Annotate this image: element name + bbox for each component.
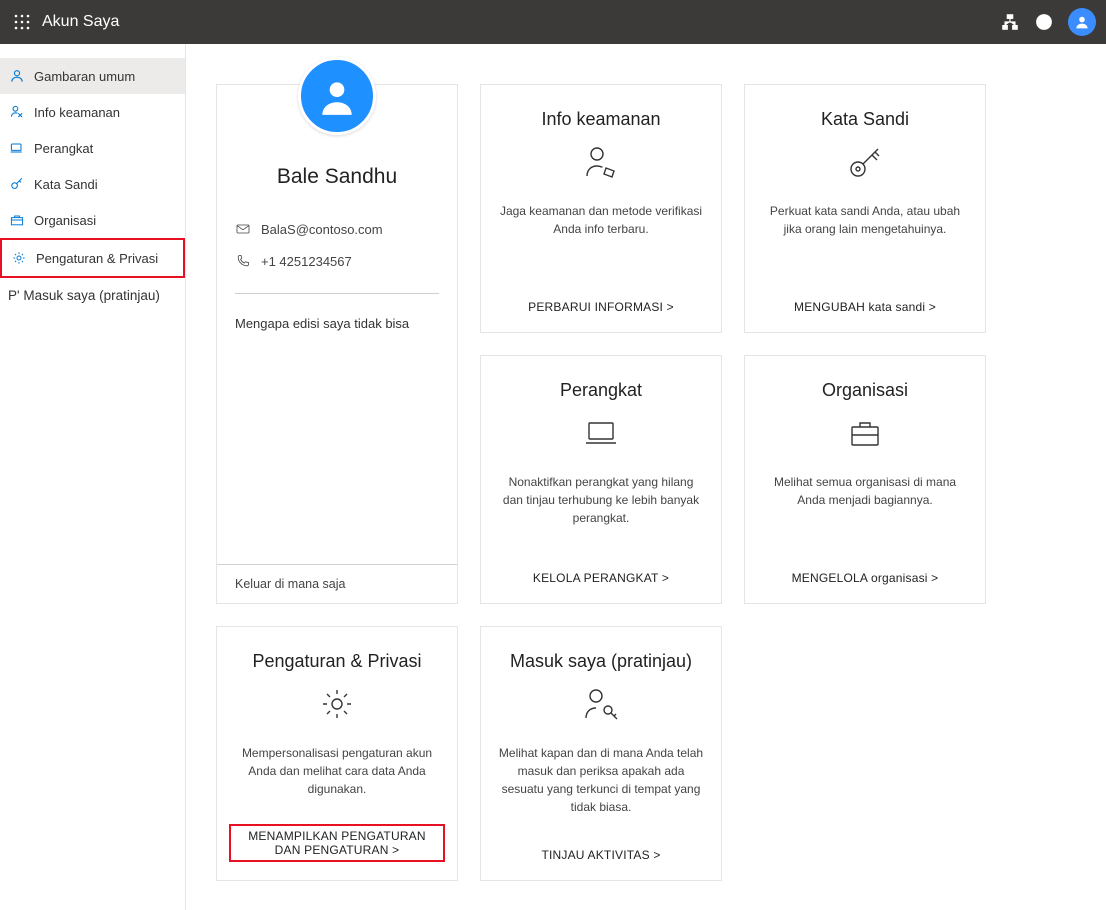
view-settings-link[interactable]: MENAMPILKAN PENGATURAN DAN PENGATURAN >	[229, 824, 445, 862]
card-title: Masuk saya (pratinjau)	[510, 651, 692, 672]
org-tree-icon[interactable]	[1000, 12, 1020, 32]
divider	[235, 293, 439, 294]
sidebar-item-settings[interactable]: Pengaturan & Privasi	[0, 238, 185, 278]
sidebar-item-label: Gambaran umum	[34, 69, 135, 84]
sidebar-item-organizations[interactable]: Organisasi	[0, 202, 185, 238]
card-title: Pengaturan & Privasi	[252, 651, 421, 672]
sidebar-item-label: P' Masuk saya (pratinjau)	[8, 288, 160, 303]
key-icon	[8, 175, 26, 193]
profile-avatar-icon	[298, 57, 376, 135]
security-info-icon	[579, 140, 623, 184]
manage-orgs-link[interactable]: MENGELOLA organisasi >	[792, 571, 939, 585]
sidebar-item-devices[interactable]: Perangkat	[0, 130, 185, 166]
waffle-icon[interactable]	[10, 10, 34, 34]
sidebar-item-password[interactable]: Kata Sandi	[0, 166, 185, 202]
main-content: Bale Sandhu BalaS@contoso.com +1 4251234…	[186, 44, 1106, 910]
devices-card: Perangkat Nonaktifkan perangkat yang hil…	[480, 355, 722, 604]
user-avatar[interactable]	[1068, 8, 1096, 36]
update-info-link[interactable]: PERBARUI INFORMASI >	[528, 300, 674, 314]
security-card: Info keamanan Jaga keamanan dan metode v…	[480, 84, 722, 333]
signout-everywhere-link[interactable]: Keluar di mana saja	[217, 564, 457, 603]
password-card: Kata Sandi Perkuat kata sandi Anda, atau…	[744, 84, 986, 333]
laptop-icon	[579, 411, 623, 455]
security-icon	[8, 103, 26, 121]
gear-large-icon	[315, 682, 359, 726]
card-desc: Melihat semua organisasi di mana Anda me…	[757, 473, 973, 509]
card-title: Info keamanan	[541, 109, 660, 130]
card-desc: Mempersonalisasi pengaturan akun Anda da…	[229, 744, 445, 798]
organizations-card: Organisasi Melihat semua organisasi di m…	[744, 355, 986, 604]
card-desc: Perkuat kata sandi Anda, atau ubah jika …	[757, 202, 973, 238]
profile-phone-row: +1 4251234567	[217, 245, 457, 277]
org-icon	[8, 211, 26, 229]
sidebar-item-label: Kata Sandi	[34, 177, 98, 192]
change-password-link[interactable]: MENGUBAH kata sandi >	[794, 300, 936, 314]
person-key-icon	[579, 682, 623, 726]
app-header: Akun Saya	[0, 0, 1106, 44]
header-title: Akun Saya	[42, 13, 1000, 31]
profile-card: Bale Sandhu BalaS@contoso.com +1 4251234…	[216, 84, 458, 604]
card-desc: Nonaktifkan perangkat yang hilang dan ti…	[493, 473, 709, 527]
profile-why-edit-link[interactable]: Mengapa edisi saya tidak bisa	[217, 310, 457, 337]
sidebar-item-signins[interactable]: P' Masuk saya (pratinjau)	[0, 278, 185, 312]
sidebar-item-label: Pengaturan & Privasi	[36, 251, 158, 266]
gear-icon	[10, 249, 28, 267]
settings-privacy-card: Pengaturan & Privasi Mempersonalisasi pe…	[216, 626, 458, 881]
card-title: Perangkat	[560, 380, 642, 401]
devices-icon	[8, 139, 26, 157]
card-title: Organisasi	[822, 380, 908, 401]
sidebar: Gambaran umum Info keamanan Perangkat Ka…	[0, 44, 186, 910]
key-large-icon	[843, 140, 887, 184]
help-icon[interactable]	[1034, 12, 1054, 32]
review-activity-link[interactable]: TINJAU AKTIVITAS >	[541, 848, 660, 862]
sidebar-item-label: Perangkat	[34, 141, 93, 156]
profile-phone: +1 4251234567	[261, 254, 352, 269]
profile-email: BalaS@contoso.com	[261, 222, 383, 237]
card-desc: Jaga keamanan dan metode verifikasi Anda…	[493, 202, 709, 238]
person-icon	[8, 67, 26, 85]
profile-email-row: BalaS@contoso.com	[217, 213, 457, 245]
profile-name: Bale Sandhu	[217, 165, 457, 189]
card-desc: Melihat kapan dan di mana Anda telah mas…	[493, 744, 709, 816]
sidebar-item-label: Info keamanan	[34, 105, 120, 120]
manage-devices-link[interactable]: KELOLA PERANGKAT >	[533, 571, 669, 585]
sidebar-item-security[interactable]: Info keamanan	[0, 94, 185, 130]
sidebar-item-overview[interactable]: Gambaran umum	[0, 58, 185, 94]
sidebar-item-label: Organisasi	[34, 213, 96, 228]
signins-card: Masuk saya (pratinjau) Melihat kapan dan…	[480, 626, 722, 881]
header-right	[1000, 8, 1096, 36]
card-title: Kata Sandi	[821, 109, 909, 130]
briefcase-icon	[843, 411, 887, 455]
